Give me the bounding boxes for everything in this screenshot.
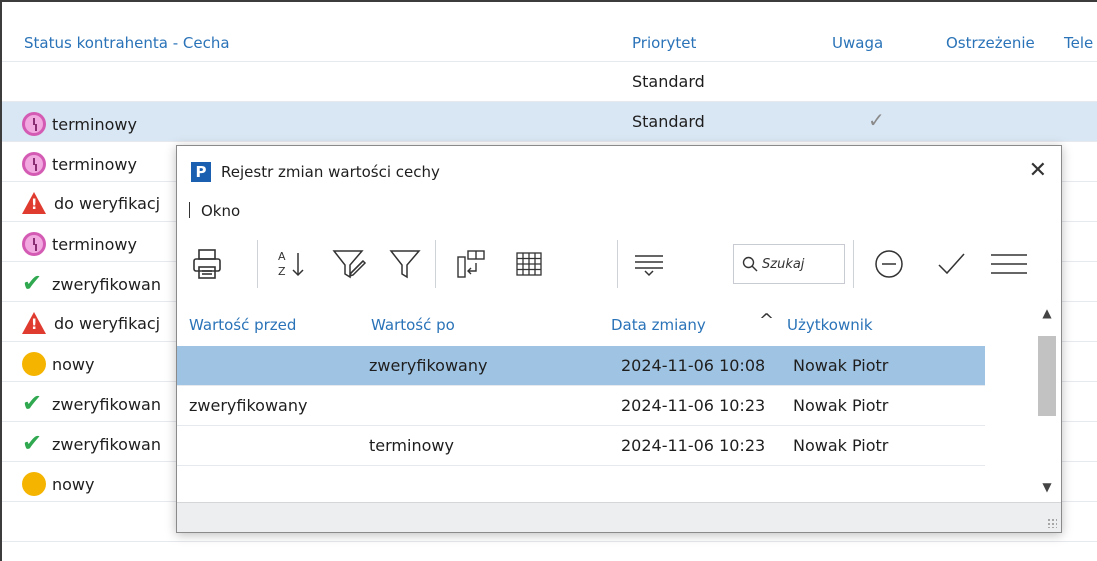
toolbar: A Z Szukaj xyxy=(177,234,1061,294)
column-header-change-date[interactable]: Data zmiany xyxy=(611,316,706,334)
grid-header: Wartość przed Wartość po Data zmiany ^ U… xyxy=(177,306,987,346)
status-label: terminowy xyxy=(52,114,137,134)
status-label: do weryfikacj xyxy=(54,313,161,333)
sort-az-icon[interactable]: A Z xyxy=(269,242,313,286)
scrollbar-thumb[interactable] xyxy=(1038,336,1056,416)
alarm-clock-icon xyxy=(22,232,46,256)
group-icon[interactable] xyxy=(627,242,671,286)
checkmark-icon: ✓ xyxy=(868,108,885,132)
status-cell: terminowy xyxy=(22,152,137,176)
status-label: zweryfikowan xyxy=(52,274,161,294)
checkmark-icon: ✔ xyxy=(22,429,43,457)
toolbar-separator xyxy=(257,240,258,288)
status-cell: nowy xyxy=(22,352,94,376)
menu-separator xyxy=(189,202,190,218)
column-header-user[interactable]: Użytkownik xyxy=(787,316,873,334)
table-row-selected[interactable]: zweryfikowany 2024-11-06 10:08 Nowak Pio… xyxy=(177,346,985,386)
column-header-value-before[interactable]: Wartość przed xyxy=(189,316,296,334)
status-label: zweryfikowan xyxy=(52,394,161,414)
checkmark-icon: ✔ xyxy=(22,389,43,417)
user-cell: Nowak Piotr xyxy=(793,396,889,415)
background-list-header: Status kontrahenta - Cecha Priorytet Uwa… xyxy=(2,24,1097,62)
list-row[interactable]: Standard xyxy=(2,62,1097,102)
clear-icon[interactable] xyxy=(867,242,911,286)
columns-icon[interactable] xyxy=(449,242,493,286)
close-icon[interactable]: ✕ xyxy=(1029,158,1047,183)
change-date-cell: 2024-11-06 10:08 xyxy=(621,356,766,375)
list-row-selected[interactable]: terminowy Standard ✓ xyxy=(2,102,1097,142)
change-log-grid: Wartość przed Wartość po Data zmiany ^ U… xyxy=(177,306,987,506)
user-cell: Nowak Piotr xyxy=(793,356,889,375)
status-cell: terminowy xyxy=(22,232,137,256)
resize-grip-icon[interactable] xyxy=(1047,518,1057,528)
dialog-titlebar[interactable]: P Rejestr zmian wartości cechy ✕ xyxy=(177,146,1061,196)
menu-icon[interactable] xyxy=(987,242,1031,286)
user-cell: Nowak Piotr xyxy=(793,436,889,455)
menu-bar: Okno xyxy=(177,200,1061,222)
status-cell: do weryfikacj xyxy=(22,312,160,334)
column-header-warning[interactable]: Ostrzeżenie xyxy=(946,34,1035,52)
accept-icon[interactable] xyxy=(929,242,973,286)
warning-icon xyxy=(22,192,46,214)
priority-cell: Standard xyxy=(632,72,705,91)
column-header-phone[interactable]: Tele xyxy=(1064,34,1093,52)
toolbar-separator xyxy=(435,240,436,288)
column-header-value-after[interactable]: Wartość po xyxy=(371,316,455,334)
yellow-dot-icon xyxy=(22,352,46,376)
change-log-dialog: P Rejestr zmian wartości cechy ✕ Okno A … xyxy=(176,145,1062,533)
search-icon xyxy=(742,256,758,272)
alarm-clock-icon xyxy=(22,152,46,176)
priority-cell: Standard xyxy=(632,112,705,131)
change-date-cell: 2024-11-06 10:23 xyxy=(621,436,766,455)
filter-icon[interactable] xyxy=(383,242,427,286)
search-placeholder: Szukaj xyxy=(762,256,805,272)
grid-icon[interactable] xyxy=(507,242,551,286)
dialog-title: Rejestr zmian wartości cechy xyxy=(221,163,440,181)
vertical-scrollbar[interactable]: ▲ ▼ xyxy=(1035,306,1059,500)
column-header-priority[interactable]: Priorytet xyxy=(632,34,696,52)
sort-ascending-icon[interactable]: ^ xyxy=(759,310,774,331)
value-before-cell: zweryfikowany xyxy=(189,396,308,415)
column-header-note[interactable]: Uwaga xyxy=(832,34,883,52)
status-label: zweryfikowan xyxy=(52,434,161,454)
filter-edit-icon[interactable] xyxy=(327,242,371,286)
menu-item-window[interactable]: Okno xyxy=(201,202,240,220)
status-label: terminowy xyxy=(52,234,137,254)
column-header-status[interactable]: Status kontrahenta - Cecha xyxy=(24,34,230,52)
status-cell: ✔ zweryfikowan xyxy=(22,389,161,417)
warning-icon xyxy=(22,312,46,334)
table-row[interactable]: terminowy 2024-11-06 10:23 Nowak Piotr xyxy=(177,426,985,466)
status-label: nowy xyxy=(52,354,95,374)
status-label: nowy xyxy=(52,474,95,494)
alarm-clock-icon xyxy=(22,112,46,136)
scroll-up-icon[interactable]: ▲ xyxy=(1035,306,1059,326)
printer-icon[interactable] xyxy=(185,242,229,286)
app-logo-icon: P xyxy=(191,162,211,182)
value-after-cell: zweryfikowany xyxy=(369,356,488,375)
value-after-cell: terminowy xyxy=(369,436,454,455)
status-cell: do weryfikacj xyxy=(22,192,160,214)
checkmark-icon: ✔ xyxy=(22,269,43,297)
table-row[interactable]: zweryfikowany 2024-11-06 10:23 Nowak Pio… xyxy=(177,386,985,426)
scroll-down-icon[interactable]: ▼ xyxy=(1035,480,1059,500)
toolbar-separator xyxy=(853,240,854,288)
status-cell: ✔ zweryfikowan xyxy=(22,269,161,297)
yellow-dot-icon xyxy=(22,472,46,496)
status-cell: ✔ zweryfikowan xyxy=(22,429,161,457)
svg-text:Z: Z xyxy=(278,265,286,278)
search-input[interactable]: Szukaj xyxy=(733,244,845,284)
change-date-cell: 2024-11-06 10:23 xyxy=(621,396,766,415)
status-bar xyxy=(177,502,1061,532)
status-cell: nowy xyxy=(22,472,94,496)
status-label: terminowy xyxy=(52,154,137,174)
status-label: do weryfikacj xyxy=(54,193,161,213)
svg-text:A: A xyxy=(278,250,286,263)
status-cell: terminowy xyxy=(22,112,137,136)
toolbar-separator xyxy=(617,240,618,288)
